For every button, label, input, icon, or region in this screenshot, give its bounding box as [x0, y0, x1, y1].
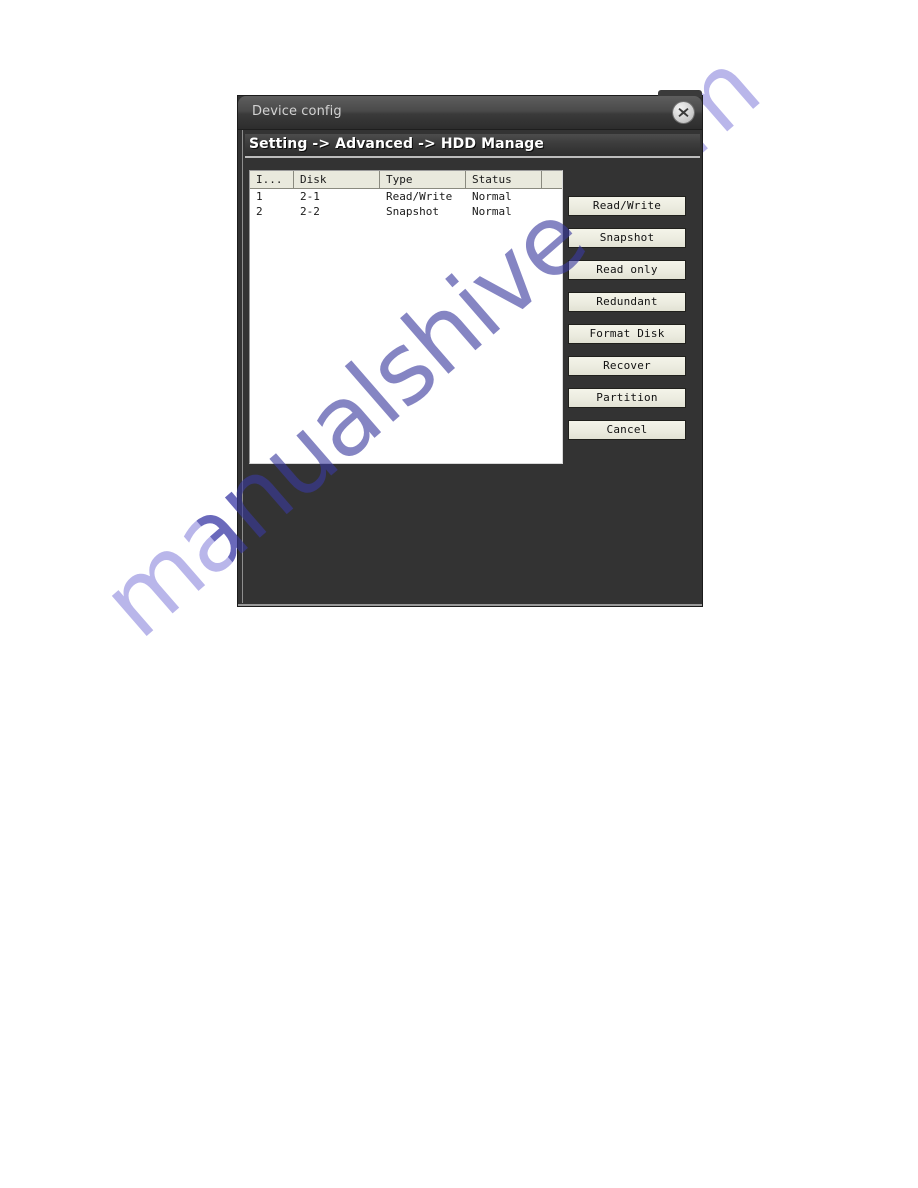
cell-extra: [542, 189, 560, 204]
cell-type: Read/Write: [386, 190, 453, 203]
hdd-table-body: 1 2-1 Read/Write Normal 2 2-2 Snapshot N…: [250, 189, 562, 219]
cell-extra: [542, 204, 560, 219]
column-header-type[interactable]: Type: [380, 171, 466, 188]
cell-status: Normal: [472, 190, 512, 203]
column-header-disk[interactable]: Disk: [294, 171, 380, 188]
recover-button[interactable]: Recover: [568, 356, 686, 376]
cell-disk: 2-2: [300, 205, 320, 218]
cell-disk: 2-1: [300, 190, 320, 203]
read-write-button[interactable]: Read/Write: [568, 196, 686, 216]
action-button-column: Read/Write Snapshot Read only Redundant …: [568, 196, 688, 440]
table-row[interactable]: 1 2-1 Read/Write Normal: [250, 189, 562, 204]
cell-status: Normal: [472, 205, 512, 218]
breadcrumb-banner: Setting -> Advanced -> HDD Manage: [245, 134, 700, 158]
redundant-button[interactable]: Redundant: [568, 292, 686, 312]
dialog-titlebar[interactable]: Device config: [238, 96, 702, 130]
snapshot-button[interactable]: Snapshot: [568, 228, 686, 248]
column-header-extra[interactable]: [542, 171, 560, 188]
dialog-title: Device config: [252, 104, 342, 119]
hdd-list-panel[interactable]: I... Disk Type Status 1 2-1 Read/Write N…: [249, 170, 563, 464]
cell-index: 2: [256, 205, 263, 218]
cancel-button[interactable]: Cancel: [568, 420, 686, 440]
format-disk-button[interactable]: Format Disk: [568, 324, 686, 344]
cell-type: Snapshot: [386, 205, 439, 218]
hdd-table-header: I... Disk Type Status: [250, 171, 562, 189]
document-page: manualshive.com Device config Setting ->…: [0, 0, 918, 1188]
read-only-button[interactable]: Read only: [568, 260, 686, 280]
column-header-status[interactable]: Status: [466, 171, 542, 188]
breadcrumb: Setting -> Advanced -> HDD Manage: [249, 136, 544, 152]
table-row[interactable]: 2 2-2 Snapshot Normal: [250, 204, 562, 219]
cell-index: 1: [256, 190, 263, 203]
device-config-dialog: Device config Setting -> Advanced -> HDD…: [238, 90, 702, 606]
column-header-index[interactable]: I...: [250, 171, 294, 188]
close-icon[interactable]: [673, 102, 694, 123]
partition-button[interactable]: Partition: [568, 388, 686, 408]
